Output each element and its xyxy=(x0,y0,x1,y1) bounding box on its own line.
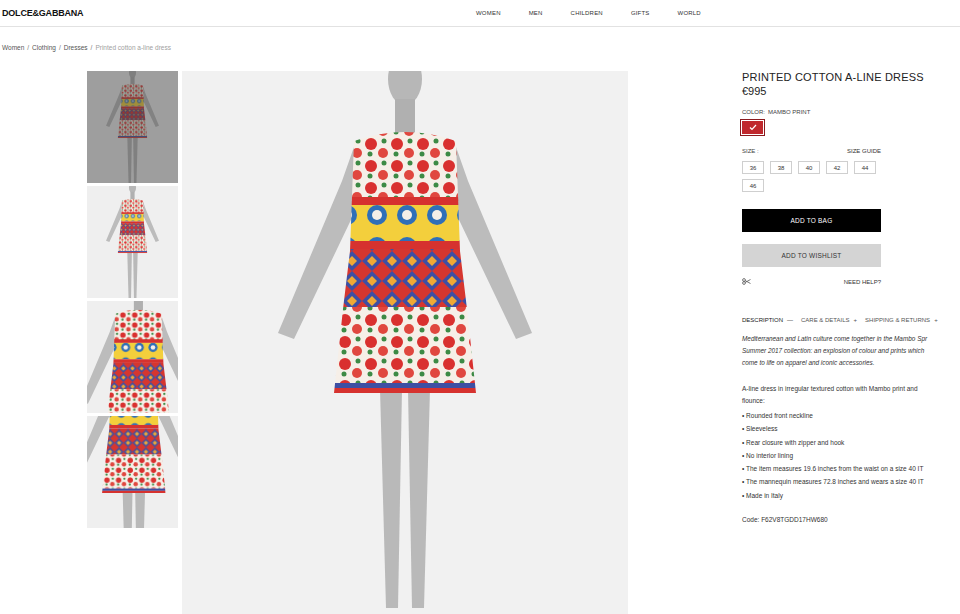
size-option[interactable]: 44 xyxy=(854,161,876,174)
dress-photo xyxy=(182,71,628,614)
breadcrumb: Women/Clothing/Dresses/Printed cotton a-… xyxy=(0,27,960,51)
tab-label: CARE & DETAILS xyxy=(801,317,850,323)
logo[interactable]: DOLCE&GABBANA xyxy=(0,8,476,18)
thumbnail[interactable] xyxy=(87,71,178,183)
nav-item[interactable]: MEN xyxy=(529,10,543,16)
breadcrumb-separator: / xyxy=(59,44,61,51)
dress-photo xyxy=(87,186,178,298)
info-tab[interactable]: CARE & DETAILS + xyxy=(801,317,857,323)
info-tab[interactable]: SHIPPING & RETURNS + xyxy=(865,317,938,323)
main-photo[interactable] xyxy=(182,71,628,614)
tab-toggle-sign: — xyxy=(787,317,793,323)
color-swatch[interactable] xyxy=(742,121,763,134)
add-to-wishlist-button[interactable]: ADD TO WISHLIST xyxy=(742,244,881,267)
breadcrumb-separator: / xyxy=(27,44,29,51)
size-option[interactable]: 46 xyxy=(742,179,764,192)
size-label: SIZE : xyxy=(742,148,759,154)
info-tabs: DESCRIPTION—CARE & DETAILS+SHIPPING & RE… xyxy=(742,317,958,323)
feature-item: • The mannequin measures 72.8 inches and… xyxy=(742,475,958,488)
size-option[interactable]: 36 xyxy=(742,161,764,174)
product-info: PRINTED COTTON A-LINE DRESS €995 COLOR:MAM… xyxy=(742,71,958,614)
product-title: PRINTED COTTON A-LINE DRESS xyxy=(742,71,958,83)
info-tab[interactable]: DESCRIPTION — xyxy=(742,317,793,323)
product-content: PRINTED COTTON A-LINE DRESS €995 COLOR:MAM… xyxy=(0,51,960,614)
tab-label: DESCRIPTION xyxy=(742,317,783,323)
breadcrumb-item: Printed cotton a-line dress xyxy=(95,44,171,51)
thumbnail-list xyxy=(87,71,178,614)
swatch-list xyxy=(742,121,958,134)
need-help-link[interactable]: NEED HELP? xyxy=(844,279,881,285)
description-intro: Mediterranean and Latin culture come tog… xyxy=(742,333,958,369)
color-label: COLOR: xyxy=(742,109,765,115)
thumbnail[interactable] xyxy=(87,416,178,528)
help-row: NEED HELP? xyxy=(742,278,881,285)
thumbnail-selected-overlay xyxy=(87,71,178,183)
thumbnail[interactable] xyxy=(87,301,178,413)
description-line: Summer 2017 collection: an explosion of … xyxy=(742,345,958,357)
feature-list: • Rounded front neckline• Sleeveless• Re… xyxy=(742,409,958,502)
size-header: SIZE : SIZE GUIDE xyxy=(742,148,881,154)
color-row: COLOR:MAMBO PRINT xyxy=(742,109,958,115)
check-icon xyxy=(749,124,757,131)
feature-item: • No interior lining xyxy=(742,449,958,462)
header: DOLCE&GABBANAWOMEN MEN CHILDREN GIFTS WORLD xyxy=(0,0,960,27)
tab-toggle-sign: + xyxy=(854,317,858,323)
dress-photo xyxy=(87,416,178,528)
feature-item: • Rear closure with zipper and hook xyxy=(742,436,958,449)
size-option[interactable]: 38 xyxy=(770,161,792,174)
description-line: Mediterranean and Latin culture come tog… xyxy=(742,333,958,345)
feature-item: • Sleeveless xyxy=(742,422,958,435)
product-page: DOLCE&GABBANAWOMENMENCHILDRENGIFTSWORLDW… xyxy=(0,0,960,614)
scissors-icon xyxy=(742,278,751,285)
nav-item[interactable]: WORLD xyxy=(678,10,701,16)
tab-toggle-sign: + xyxy=(934,317,938,323)
thumbnail[interactable] xyxy=(87,186,178,298)
breadcrumb-item[interactable]: Women xyxy=(2,44,24,51)
nav-item[interactable]: GIFTS xyxy=(631,10,650,16)
feature-item: • Made in Italy xyxy=(742,489,958,502)
product-price: €995 xyxy=(742,85,958,97)
description-line: come to life on apparel and iconic acces… xyxy=(742,357,958,369)
size-option[interactable]: 42 xyxy=(826,161,848,174)
product-code: Code: F62V8TGDD17HW680 xyxy=(742,516,958,523)
breadcrumb-item[interactable]: Dresses xyxy=(64,44,88,51)
nav-item[interactable]: WOMEN xyxy=(476,10,501,16)
description-line: flounce: xyxy=(742,395,958,407)
add-to-bag-button[interactable]: ADD TO BAG xyxy=(742,209,881,232)
breadcrumb-separator: / xyxy=(91,44,93,51)
size-guide-link[interactable]: SIZE GUIDE xyxy=(847,148,881,154)
color-name: MAMBO PRINT xyxy=(768,109,810,115)
description-line: A-line dress in irregular textured cotto… xyxy=(742,383,958,395)
main-nav: WOMEN MEN CHILDREN GIFTS WORLD xyxy=(476,10,960,16)
description-details: A-line dress in irregular textured cotto… xyxy=(742,383,958,407)
size-list: 36 38 40 42 44 46 xyxy=(742,161,887,192)
size-option[interactable]: 40 xyxy=(798,161,820,174)
feature-item: • Rounded front neckline xyxy=(742,409,958,422)
tab-label: SHIPPING & RETURNS xyxy=(865,317,930,323)
nav-item[interactable]: CHILDREN xyxy=(571,10,603,16)
breadcrumb-item[interactable]: Clothing xyxy=(32,44,56,51)
feature-item: • The item measures 19.6 inches from the… xyxy=(742,462,958,475)
dress-photo xyxy=(87,301,178,413)
